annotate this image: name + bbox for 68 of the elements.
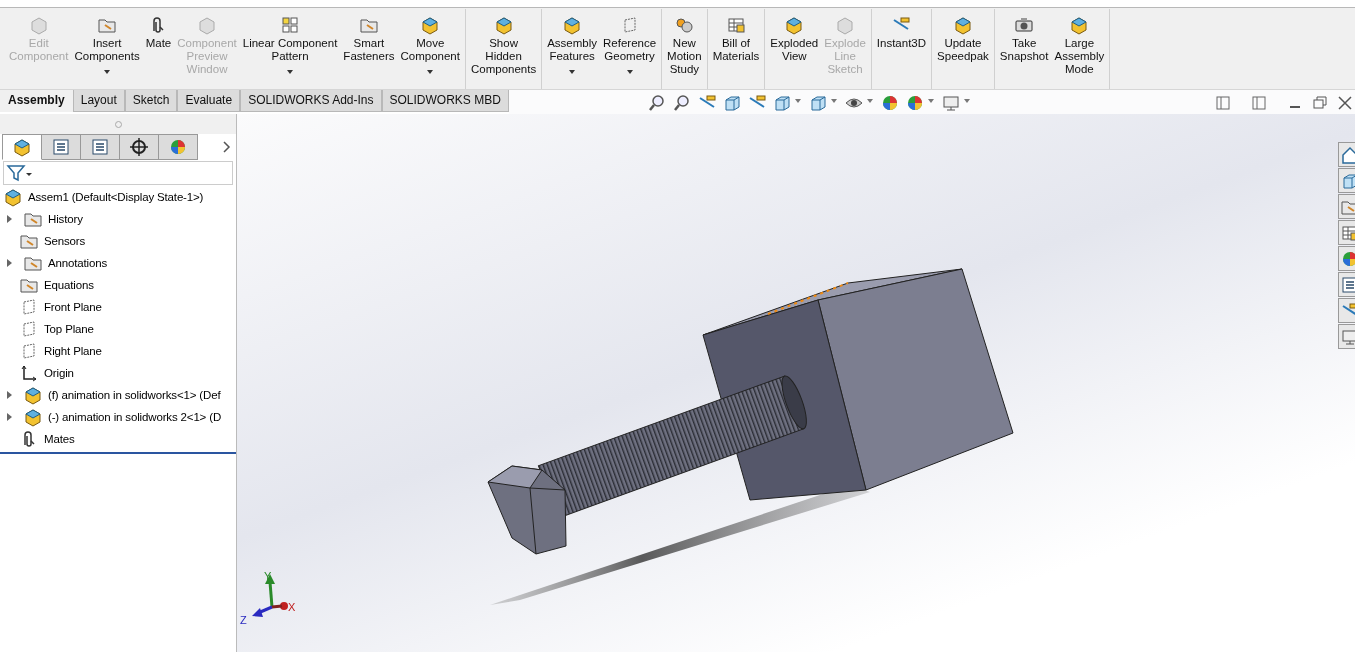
cube-icon — [1069, 15, 1090, 35]
cube-icon — [835, 15, 856, 35]
axis-triad-icon — [252, 574, 288, 617]
appearance-icon — [168, 137, 188, 157]
ribbon-tab[interactable]: SOLIDWORKS Add-Ins — [240, 90, 382, 112]
ribbon-button[interactable]: Large Assembly Mode — [1051, 9, 1108, 83]
tree-item[interactable]: Origin — [44, 367, 74, 379]
ribbon-tab[interactable]: Sketch — [124, 90, 178, 112]
ribbon-tab[interactable]: SOLIDWORKS MBD — [381, 90, 509, 112]
grid-icon — [280, 15, 301, 35]
property-list-icon — [51, 137, 71, 157]
part-icon — [23, 385, 43, 405]
ribbon-button[interactable]: Instant3D — [873, 9, 930, 83]
ribbon-button[interactable]: Assembly Features — [544, 9, 601, 83]
tree-item[interactable]: History — [48, 213, 83, 225]
tree-item[interactable]: Annotations — [48, 257, 108, 269]
ribbon-button[interactable]: Insert Components — [71, 9, 143, 83]
axis-label: Z — [240, 614, 247, 626]
zoom-area-icon[interactable] — [671, 93, 692, 113]
cube-icon — [493, 15, 514, 35]
cube-icon — [784, 15, 805, 35]
panel-tab[interactable] — [120, 134, 159, 160]
tree-item[interactable]: Sensors — [44, 235, 86, 247]
configuration-icon — [90, 137, 110, 157]
tree-item[interactable]: Equations — [44, 279, 94, 291]
target-icon — [129, 137, 149, 157]
axis-label: X — [288, 601, 296, 613]
panel-tab[interactable] — [2, 134, 42, 160]
ribbon-button[interactable]: Update Speedpak — [934, 9, 992, 83]
cube-icon — [562, 15, 583, 35]
tree-item[interactable]: Top Plane — [44, 323, 94, 335]
cube-icon — [952, 15, 973, 35]
ribbon-button[interactable]: Smart Fasteners — [340, 9, 398, 83]
filter-icon[interactable] — [6, 163, 32, 183]
ribbon-tab[interactable]: Layout — [72, 90, 125, 112]
tree-item[interactable]: Mates — [44, 433, 75, 445]
funnel-icon — [6, 163, 26, 183]
monitor-icon[interactable] — [940, 93, 961, 113]
tile-left-icon[interactable] — [1213, 93, 1233, 113]
part-icon — [23, 407, 43, 427]
list-icon[interactable] — [1340, 274, 1355, 295]
tree-item[interactable]: Right Plane — [44, 345, 102, 357]
ribbon-button[interactable]: Mate — [142, 9, 175, 83]
ribbon-button[interactable]: Show Hidden Components — [467, 9, 540, 83]
cube-icon — [420, 15, 441, 35]
zoom-icon[interactable] — [646, 93, 667, 113]
assembly-icon — [3, 187, 23, 207]
origin-icon — [19, 363, 39, 383]
tree-item[interactable]: Assem1 (Default<Display State-1>) — [28, 191, 204, 203]
axis-label: Y — [264, 570, 272, 582]
ribbon-button[interactable]: Linear Component Pattern — [239, 9, 341, 83]
ribbon-button[interactable]: New Motion Study — [664, 9, 705, 83]
cube-icon — [12, 137, 32, 157]
tree-item[interactable]: (-) animation in solidworks 2<1> (D — [48, 411, 222, 423]
ribbon-button[interactable]: Take Snapshot — [996, 9, 1052, 83]
ribbon-button[interactable]: Reference Geometry — [600, 9, 660, 83]
ribbon-button[interactable]: Exploded View — [767, 9, 822, 83]
gear-icon — [674, 15, 695, 35]
table-icon — [725, 15, 746, 35]
tree-item[interactable]: Front Plane — [44, 301, 102, 313]
tree-item[interactable]: (f) animation in solidworks<1> (Def — [48, 389, 221, 401]
filter-field[interactable] — [3, 161, 233, 185]
ribbon-tab[interactable]: Evaluate — [177, 90, 241, 112]
tile-right-icon[interactable] — [1249, 93, 1269, 113]
camera-icon — [1014, 15, 1035, 35]
ribbon-button[interactable]: Bill of Materials — [709, 9, 763, 83]
ribbon-button[interactable]: Move Component — [397, 9, 463, 83]
home-icon[interactable] — [1340, 144, 1355, 165]
